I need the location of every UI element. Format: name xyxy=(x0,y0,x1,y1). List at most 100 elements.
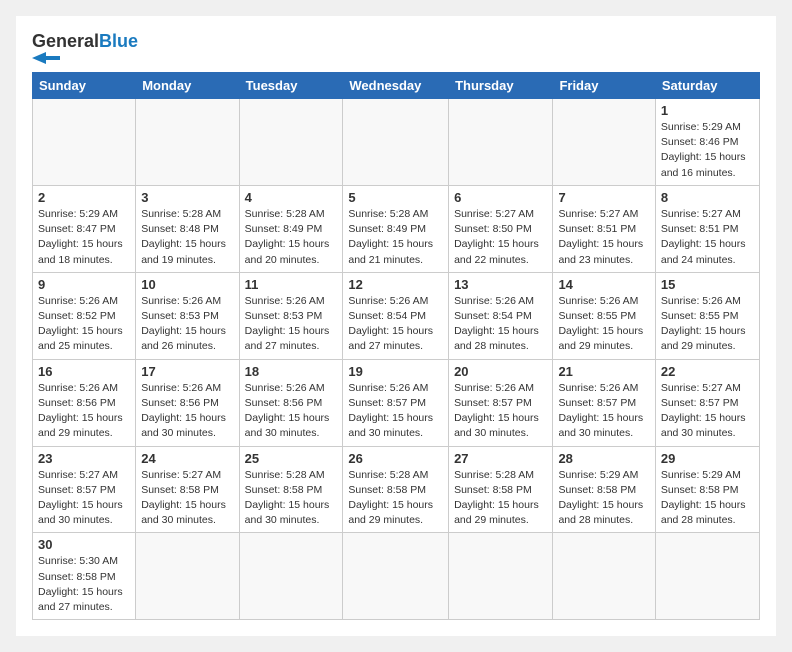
weekday-header-monday: Monday xyxy=(136,73,239,99)
day-number: 8 xyxy=(661,190,754,205)
calendar-cell: 12 Sunrise: 5:26 AM Sunset: 8:54 PM Dayli… xyxy=(343,272,449,359)
day-info: Sunrise: 5:27 AM Sunset: 8:51 PM Dayligh… xyxy=(661,207,754,268)
day-number: 26 xyxy=(348,451,443,466)
calendar-cell: 8 Sunrise: 5:27 AM Sunset: 8:51 PM Daylig… xyxy=(655,185,759,272)
logo: GeneralBlue xyxy=(32,32,138,64)
day-info: Sunrise: 5:27 AM Sunset: 8:57 PM Dayligh… xyxy=(38,468,130,529)
day-info: Sunrise: 5:29 AM Sunset: 8:58 PM Dayligh… xyxy=(661,468,754,529)
calendar-cell: 22 Sunrise: 5:27 AM Sunset: 8:57 PM Dayli… xyxy=(655,359,759,446)
calendar-cell: 15Sunrise: 5:26 AM Sunset: 8:55 PM Dayli… xyxy=(655,272,759,359)
calendar-cell xyxy=(136,99,239,186)
day-info: Sunrise: 5:27 AM Sunset: 8:57 PM Dayligh… xyxy=(661,381,754,442)
calendar-cell: 1Sunrise: 5:29 AM Sunset: 8:46 PM Daylig… xyxy=(655,99,759,186)
calendar-cell: 24 Sunrise: 5:27 AM Sunset: 8:58 PM Dayli… xyxy=(136,446,239,533)
calendar-cell xyxy=(33,99,136,186)
day-info: Sunrise: 5:29 AM Sunset: 8:58 PM Dayligh… xyxy=(558,468,649,529)
day-number: 11 xyxy=(245,277,338,292)
day-number: 27 xyxy=(454,451,547,466)
day-number: 22 xyxy=(661,364,754,379)
calendar-cell: 10 Sunrise: 5:26 AM Sunset: 8:53 PM Dayli… xyxy=(136,272,239,359)
day-number: 14 xyxy=(558,277,649,292)
day-number: 10 xyxy=(141,277,233,292)
day-info: Sunrise: 5:28 AM Sunset: 8:58 PM Dayligh… xyxy=(348,468,443,529)
day-number: 7 xyxy=(558,190,649,205)
calendar-cell: 5 Sunrise: 5:28 AM Sunset: 8:49 PM Daylig… xyxy=(343,185,449,272)
day-info: Sunrise: 5:30 AM Sunset: 8:58 PM Dayligh… xyxy=(38,554,130,615)
day-info: Sunrise: 5:29 AM Sunset: 8:47 PM Dayligh… xyxy=(38,207,130,268)
day-number: 29 xyxy=(661,451,754,466)
calendar-week-1: 2 Sunrise: 5:29 AM Sunset: 8:47 PM Daylig… xyxy=(33,185,760,272)
day-info: Sunrise: 5:28 AM Sunset: 8:48 PM Dayligh… xyxy=(141,207,233,268)
calendar-cell: 13 Sunrise: 5:26 AM Sunset: 8:54 PM Dayli… xyxy=(449,272,553,359)
day-info: Sunrise: 5:26 AM Sunset: 8:54 PM Dayligh… xyxy=(454,294,547,355)
calendar-cell: 3 Sunrise: 5:28 AM Sunset: 8:48 PM Daylig… xyxy=(136,185,239,272)
day-info: Sunrise: 5:26 AM Sunset: 8:56 PM Dayligh… xyxy=(38,381,130,442)
day-number: 18 xyxy=(245,364,338,379)
calendar-cell: 6Sunrise: 5:27 AM Sunset: 8:50 PM Daylig… xyxy=(449,185,553,272)
day-number: 2 xyxy=(38,190,130,205)
calendar-cell: 7Sunrise: 5:27 AM Sunset: 8:51 PM Daylig… xyxy=(553,185,655,272)
calendar-cell xyxy=(136,533,239,620)
calendar-cell: 4Sunrise: 5:28 AM Sunset: 8:49 PM Daylig… xyxy=(239,185,343,272)
calendar-cell xyxy=(239,533,343,620)
calendar-cell: 16 Sunrise: 5:26 AM Sunset: 8:56 PM Dayli… xyxy=(33,359,136,446)
calendar-cell: 14 Sunrise: 5:26 AM Sunset: 8:55 PM Dayli… xyxy=(553,272,655,359)
calendar-page: GeneralBlue SundayMondayTuesdayWednesday… xyxy=(16,16,776,636)
weekday-header-row: SundayMondayTuesdayWednesdayThursdayFrid… xyxy=(33,73,760,99)
day-info: Sunrise: 5:26 AM Sunset: 8:56 PM Dayligh… xyxy=(245,381,338,442)
day-number: 20 xyxy=(454,364,547,379)
day-info: Sunrise: 5:26 AM Sunset: 8:55 PM Dayligh… xyxy=(558,294,649,355)
day-info: Sunrise: 5:28 AM Sunset: 8:49 PM Dayligh… xyxy=(348,207,443,268)
day-info: Sunrise: 5:26 AM Sunset: 8:56 PM Dayligh… xyxy=(141,381,233,442)
day-number: 28 xyxy=(558,451,649,466)
day-info: Sunrise: 5:27 AM Sunset: 8:58 PM Dayligh… xyxy=(141,468,233,529)
weekday-header-wednesday: Wednesday xyxy=(343,73,449,99)
calendar-cell xyxy=(449,99,553,186)
calendar-week-3: 16 Sunrise: 5:26 AM Sunset: 8:56 PM Dayli… xyxy=(33,359,760,446)
calendar-cell: 23 Sunrise: 5:27 AM Sunset: 8:57 PM Dayli… xyxy=(33,446,136,533)
weekday-header-tuesday: Tuesday xyxy=(239,73,343,99)
logo-icon xyxy=(32,52,60,64)
day-number: 12 xyxy=(348,277,443,292)
day-number: 23 xyxy=(38,451,130,466)
day-number: 3 xyxy=(141,190,233,205)
day-number: 5 xyxy=(348,190,443,205)
day-info: Sunrise: 5:28 AM Sunset: 8:58 PM Dayligh… xyxy=(454,468,547,529)
day-info: Sunrise: 5:26 AM Sunset: 8:52 PM Dayligh… xyxy=(38,294,130,355)
day-info: Sunrise: 5:26 AM Sunset: 8:57 PM Dayligh… xyxy=(454,381,547,442)
weekday-header-saturday: Saturday xyxy=(655,73,759,99)
calendar-cell xyxy=(343,99,449,186)
calendar-cell: 29 Sunrise: 5:29 AM Sunset: 8:58 PM Dayli… xyxy=(655,446,759,533)
day-info: Sunrise: 5:26 AM Sunset: 8:53 PM Dayligh… xyxy=(141,294,233,355)
logo-blue: Blue xyxy=(99,31,138,51)
calendar-table: SundayMondayTuesdayWednesdayThursdayFrid… xyxy=(32,72,760,620)
calendar-cell: 11 Sunrise: 5:26 AM Sunset: 8:53 PM Dayli… xyxy=(239,272,343,359)
weekday-header-thursday: Thursday xyxy=(449,73,553,99)
day-info: Sunrise: 5:26 AM Sunset: 8:53 PM Dayligh… xyxy=(245,294,338,355)
calendar-cell xyxy=(239,99,343,186)
day-number: 30 xyxy=(38,537,130,552)
day-number: 19 xyxy=(348,364,443,379)
day-number: 13 xyxy=(454,277,547,292)
day-number: 16 xyxy=(38,364,130,379)
day-number: 21 xyxy=(558,364,649,379)
day-number: 17 xyxy=(141,364,233,379)
logo-general: General xyxy=(32,31,99,51)
day-number: 9 xyxy=(38,277,130,292)
weekday-header-friday: Friday xyxy=(553,73,655,99)
day-number: 6 xyxy=(454,190,547,205)
day-info: Sunrise: 5:29 AM Sunset: 8:46 PM Dayligh… xyxy=(661,120,754,181)
calendar-cell: 2 Sunrise: 5:29 AM Sunset: 8:47 PM Daylig… xyxy=(33,185,136,272)
calendar-cell: 19Sunrise: 5:26 AM Sunset: 8:57 PM Dayli… xyxy=(343,359,449,446)
day-number: 25 xyxy=(245,451,338,466)
calendar-week-5: 30 Sunrise: 5:30 AM Sunset: 8:58 PM Dayli… xyxy=(33,533,760,620)
calendar-cell: 18 Sunrise: 5:26 AM Sunset: 8:56 PM Dayli… xyxy=(239,359,343,446)
day-info: Sunrise: 5:26 AM Sunset: 8:54 PM Dayligh… xyxy=(348,294,443,355)
calendar-cell: 25Sunrise: 5:28 AM Sunset: 8:58 PM Dayli… xyxy=(239,446,343,533)
calendar-cell xyxy=(343,533,449,620)
calendar-cell: 21Sunrise: 5:26 AM Sunset: 8:57 PM Dayli… xyxy=(553,359,655,446)
calendar-cell xyxy=(553,533,655,620)
calendar-cell: 30 Sunrise: 5:30 AM Sunset: 8:58 PM Dayli… xyxy=(33,533,136,620)
day-number: 24 xyxy=(141,451,233,466)
weekday-header-sunday: Sunday xyxy=(33,73,136,99)
